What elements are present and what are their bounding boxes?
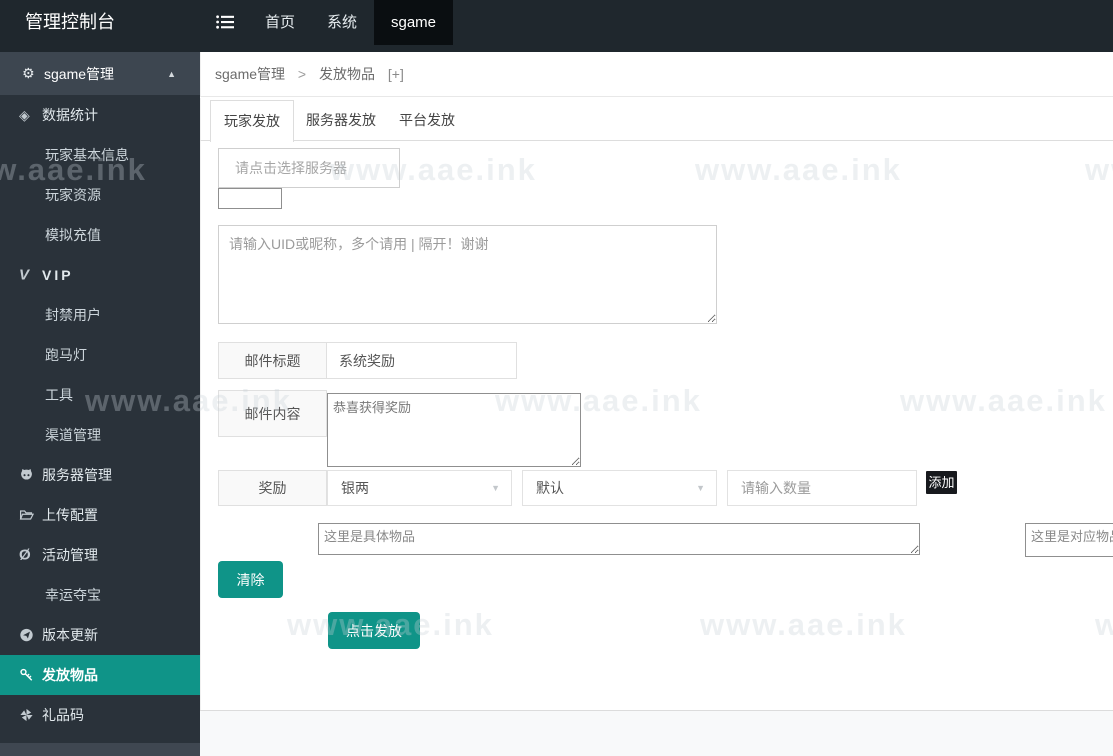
sidebar-item[interactable]: ◈ 数据统计 [0, 95, 200, 135]
chevron-down-icon: ▼ [491, 471, 500, 505]
chevron-down-icon: ▼ [696, 471, 705, 505]
nav-item-system[interactable]: 系统 [327, 0, 357, 45]
gift-icon [19, 708, 39, 723]
sidebar-item-label: 渠道管理 [45, 425, 101, 445]
panel-footer-area [200, 710, 1113, 756]
sidebar-item-label: VIP [42, 267, 74, 283]
clear-button[interactable]: 清除 [218, 561, 283, 598]
sidebar-section-label: sgame管理 [44, 64, 114, 84]
sidebar-item-label: 工具 [45, 385, 73, 405]
sidebar-section-sgame[interactable]: ⚙ sgame管理 ▲ [0, 52, 200, 95]
reward-subtype-value: 默认 [536, 480, 564, 496]
sidebar-item-label: 版本更新 [42, 625, 98, 645]
server-mini-input[interactable] [218, 188, 282, 209]
sidebar-item[interactable]: 跑马灯 [0, 335, 200, 375]
items-mapping-textarea[interactable] [1025, 523, 1113, 557]
mail-content-textarea[interactable] [327, 393, 581, 467]
sidebar-item[interactable]: 封禁用户 [0, 295, 200, 335]
breadcrumb: sgame管理 > 发放物品 [+] [200, 52, 1113, 97]
sidebar-item[interactable]: 发放物品 [0, 655, 200, 695]
breadcrumb-expand-control[interactable]: [+] [388, 66, 404, 82]
tab-server-distribute[interactable]: 服务器发放 [296, 100, 386, 141]
reward-type-value: 银两 [341, 480, 369, 496]
breadcrumb-separator: > [298, 66, 306, 82]
sidebar-item-label: 玩家资源 [45, 185, 101, 205]
panel-border [200, 141, 201, 710]
tab-platform-distribute[interactable]: 平台发放 [391, 100, 463, 141]
sidebar-item[interactable]: Ø 活动管理 [0, 535, 200, 575]
sidebar-item[interactable]: 玩家资源 [0, 175, 200, 215]
sidebar-item-label: 数据统计 [42, 105, 98, 125]
sidebar-item-label: 玩家基本信息 [45, 145, 129, 165]
sidebar-item[interactable]: 幸运夺宝 [0, 575, 200, 615]
submit-distribute-button[interactable]: 点击发放 [328, 612, 420, 649]
chevron-up-icon: ▲ [167, 69, 176, 79]
sidebar-item[interactable]: 版本更新 [0, 615, 200, 655]
mail-title-input[interactable] [327, 342, 517, 379]
sidebar-menu: ◈ 数据统计 玩家基本信息 玩家资源 模拟充值 V VIP 封禁用户 跑马灯 工… [0, 95, 200, 735]
server-select-button[interactable]: 请点击选择服务器 [218, 148, 400, 188]
breadcrumb-parent[interactable]: sgame管理 [215, 66, 285, 82]
add-reward-button[interactable]: 添加 [926, 471, 957, 494]
sidebar-item-label: 服务器管理 [42, 465, 112, 485]
list-menu-icon [216, 16, 234, 33]
breadcrumb-current: 发放物品 [319, 66, 375, 82]
sync-icon: Ø [19, 548, 39, 563]
folder-icon [19, 508, 39, 523]
sidebar-item-label: 模拟充值 [45, 225, 101, 245]
sidebar-item-label: 发放物品 [42, 665, 98, 685]
app-title: 管理控制台 [25, 0, 115, 45]
sidebar-item-partial[interactable] [0, 743, 200, 756]
key-icon [19, 668, 39, 683]
sidebar-item-label: 幸运夺宝 [45, 585, 101, 605]
sidebar-item[interactable]: 渠道管理 [0, 415, 200, 455]
version-icon [19, 628, 39, 643]
mail-content-label: 邮件内容 [218, 390, 327, 437]
sidebar-item-label: 上传配置 [42, 505, 98, 525]
cube-icon: ◈ [19, 108, 39, 122]
sidebar: ⚙ sgame管理 ▲ ◈ 数据统计 玩家基本信息 玩家资源 模拟充值 V VI… [0, 52, 200, 756]
sidebar-item[interactable]: 上传配置 [0, 495, 200, 535]
github-icon [19, 468, 39, 483]
nav-item-sgame[interactable]: sgame [374, 0, 453, 45]
sidebar-item-label: 礼品码 [42, 705, 84, 725]
v-icon: V [19, 268, 39, 283]
main-content: sgame管理 > 发放物品 [+] 玩家发放 服务器发放 平台发放 请点击选择… [200, 52, 1113, 756]
admin-console-page: 管理控制台 首页 系统 sgame ⚙ sgame管理 ▲ ◈ 数据统计 玩家基… [0, 0, 1113, 756]
sidebar-item[interactable]: 礼品码 [0, 695, 200, 735]
tab-bar: 玩家发放 服务器发放 平台发放 [200, 98, 1113, 141]
sidebar-item-label: 跑马灯 [45, 345, 87, 365]
reward-label: 奖励 [218, 470, 327, 506]
sidebar-item[interactable]: 服务器管理 [0, 455, 200, 495]
reward-type-select[interactable]: 银两 ▼ [327, 470, 512, 506]
sidebar-item-label: 活动管理 [42, 545, 98, 565]
tab-player-distribute[interactable]: 玩家发放 [210, 100, 294, 142]
sidebar-item[interactable]: 工具 [0, 375, 200, 415]
sidebar-toggle-button[interactable] [216, 15, 236, 31]
top-navbar: 管理控制台 首页 系统 sgame [0, 0, 1113, 52]
sidebar-item[interactable]: V VIP [0, 255, 200, 295]
quantity-input[interactable] [727, 470, 917, 506]
sidebar-item-label: 封禁用户 [45, 305, 101, 325]
sidebar-item[interactable]: 玩家基本信息 [0, 135, 200, 175]
reward-subtype-select[interactable]: 默认 ▼ [522, 470, 717, 506]
sidebar-item[interactable]: 模拟充值 [0, 215, 200, 255]
uid-input-textarea[interactable] [218, 225, 717, 324]
items-detail-textarea[interactable] [318, 523, 920, 555]
gear-icon: ⚙ [22, 65, 44, 82]
mail-title-label: 邮件标题 [218, 342, 327, 379]
nav-item-home[interactable]: 首页 [265, 0, 295, 45]
